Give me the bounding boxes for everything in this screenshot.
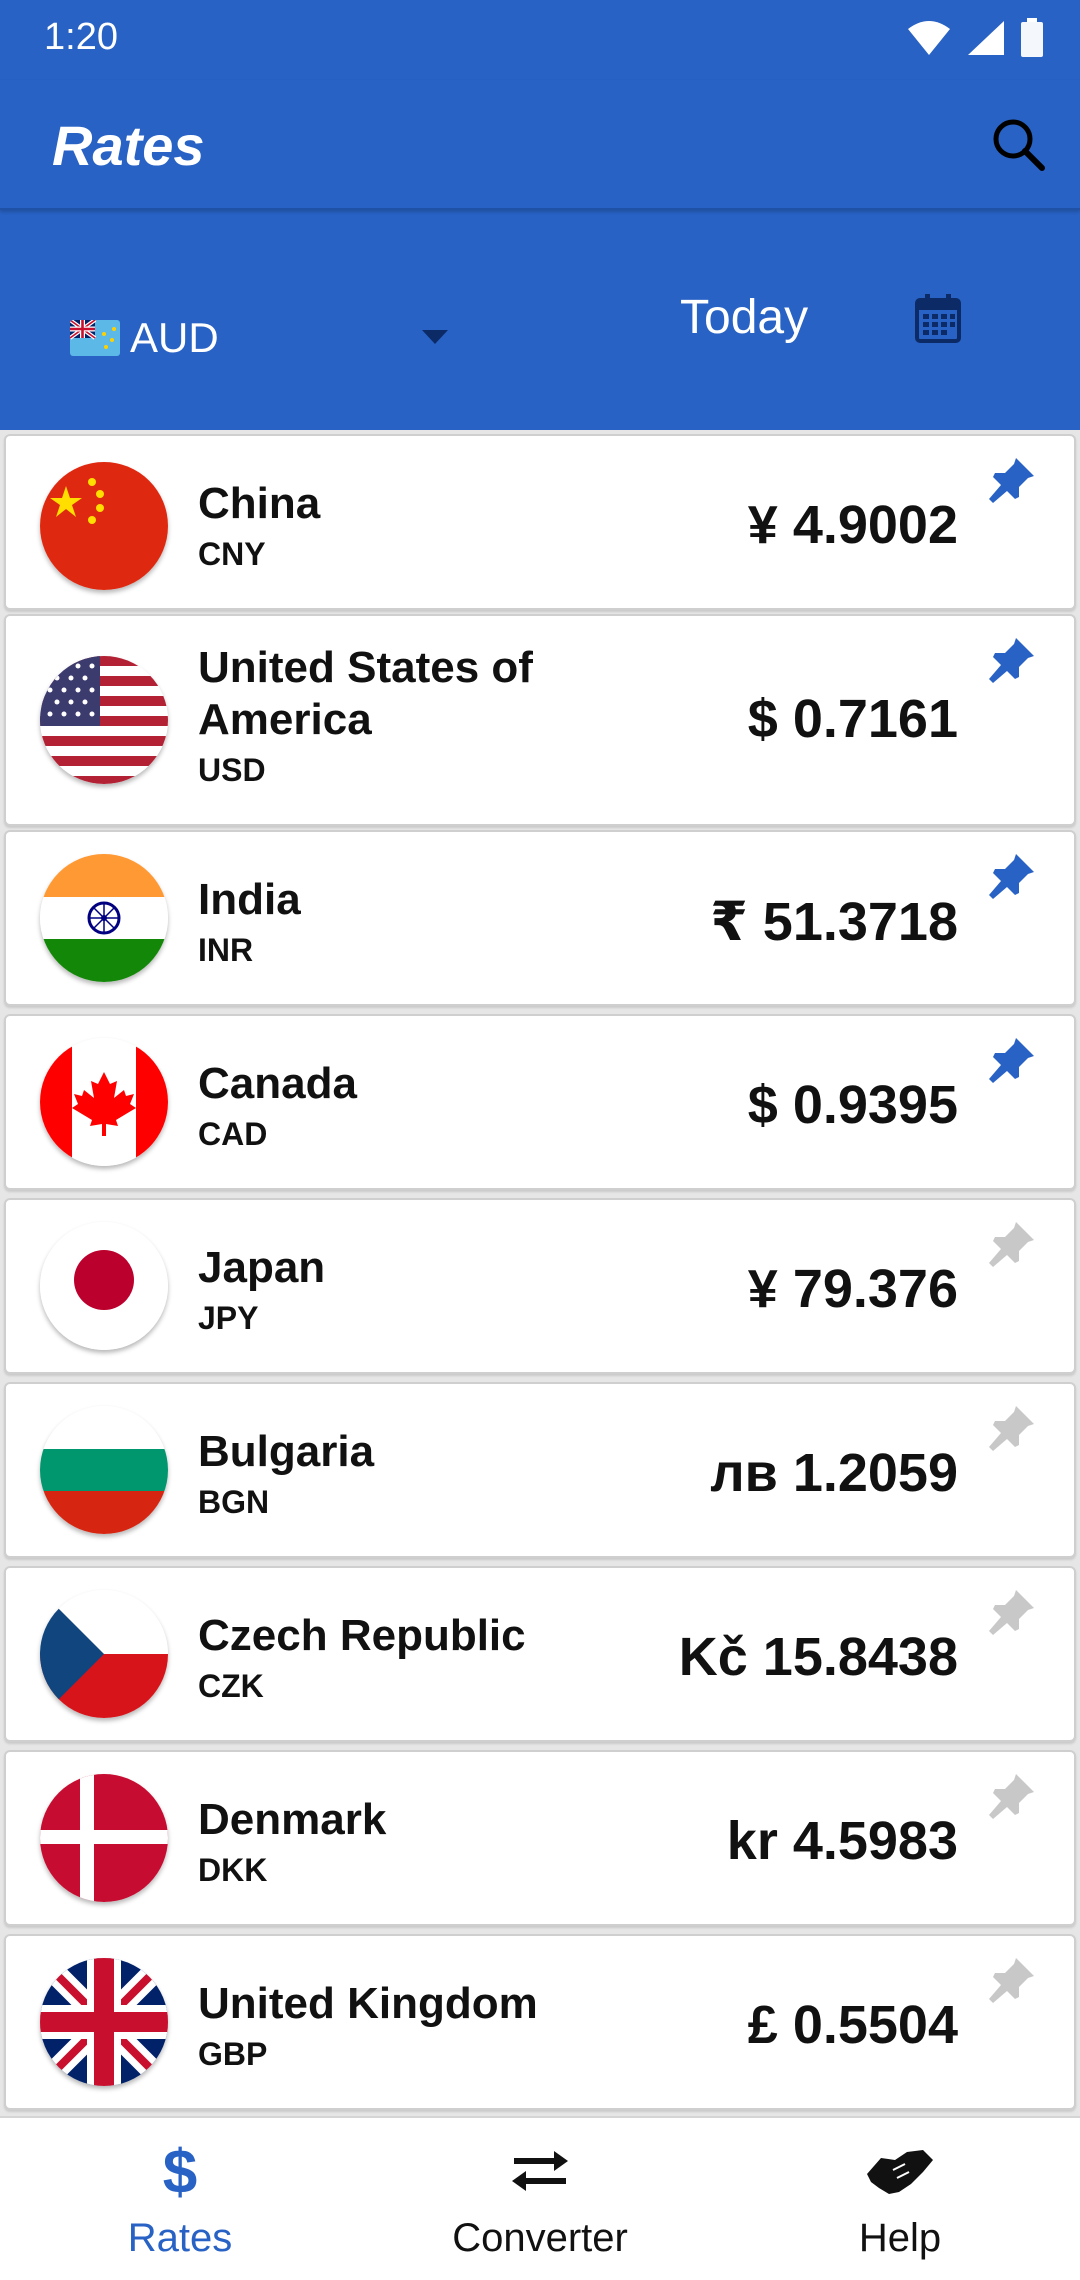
currency-code: CZK <box>198 1668 264 1704</box>
calendar-icon <box>915 293 961 348</box>
country-name: Canada <box>198 1059 357 1108</box>
pin-button[interactable] <box>986 636 1038 688</box>
list-item[interactable]: United States of America USD $ 0.7161 <box>4 614 1076 826</box>
currency-code: JPY <box>198 1300 259 1336</box>
handshake-icon <box>720 2136 1080 2206</box>
nav-label: Help <box>858 2216 942 2260</box>
rate-value: $ 0.9395 <box>747 1075 958 1135</box>
currency-code: BGN <box>198 1484 270 1520</box>
list-item[interactable]: Denmark DKK kr 4.5983 <box>4 1750 1076 1926</box>
nav-label: Converter <box>452 2216 628 2260</box>
list-item[interactable]: Japan JPY ¥ 79.376 <box>4 1198 1076 1374</box>
pin-button[interactable] <box>986 1404 1038 1456</box>
pin-button[interactable] <box>986 1220 1038 1272</box>
denmark-flag-icon <box>40 1774 168 1902</box>
currency-code: DKK <box>198 1852 268 1888</box>
pin-icon <box>988 636 1036 689</box>
nav-tab-help[interactable]: Help <box>720 2118 1080 2280</box>
base-currency-dropdown[interactable]: AUD <box>70 300 460 376</box>
rate-value: £ 0.5504 <box>747 1995 958 2055</box>
nav-tab-rates[interactable]: $ Rates <box>0 2118 360 2280</box>
status-bar: 1:20 <box>0 0 1080 80</box>
nav-label: Rates <box>127 2216 233 2260</box>
swap-arrows-icon <box>360 2136 720 2206</box>
app-header: 1:20 Rates AUD Today <box>0 0 1080 430</box>
status-time: 1:20 <box>44 16 118 58</box>
canada-flag-icon <box>40 1038 168 1166</box>
pin-button[interactable] <box>986 1036 1038 1088</box>
uk-flag-icon <box>40 1958 168 2086</box>
pin-icon <box>988 1220 1036 1273</box>
page-title: Rates <box>52 114 205 177</box>
status-icons <box>906 18 1044 63</box>
list-item[interactable]: China CNY ¥ 4.9002 <box>4 434 1076 610</box>
bottom-navigation: $ Rates Converter Help <box>0 2116 1080 2280</box>
search-icon <box>990 116 1046 177</box>
country-name: India <box>198 875 301 924</box>
list-item[interactable]: Canada CAD $ 0.9395 <box>4 1014 1076 1190</box>
pin-icon <box>988 1772 1036 1825</box>
rate-value: kr 4.5983 <box>726 1811 958 1871</box>
search-button[interactable] <box>984 112 1052 180</box>
rate-value: ₹ 51.3718 <box>710 892 958 952</box>
rate-value: ¥ 4.9002 <box>747 495 958 555</box>
currency-code: GBP <box>198 2036 268 2072</box>
currency-code: CNY <box>198 536 266 572</box>
czech-flag-icon <box>40 1590 168 1718</box>
chevron-down-icon <box>422 330 448 344</box>
pin-button[interactable] <box>986 456 1038 508</box>
rate-value: $ 0.7161 <box>747 689 958 749</box>
list-item[interactable]: Bulgaria BGN лв 1.2059 <box>4 1382 1076 1558</box>
toolbar: Rates <box>0 80 1080 210</box>
battery-icon <box>1020 18 1044 63</box>
usa-flag-icon <box>40 656 168 784</box>
currency-code: USD <box>198 752 266 788</box>
pin-icon <box>988 456 1036 509</box>
pin-button[interactable] <box>986 1588 1038 1640</box>
country-name: United States of America <box>198 643 533 744</box>
rate-value: лв 1.2059 <box>710 1443 958 1503</box>
list-item[interactable]: Czech Republic CZK Kč 15.8438 <box>4 1566 1076 1742</box>
list-item[interactable]: United Kingdom GBP £ 0.5504 <box>4 1934 1076 2110</box>
country-name: China <box>198 479 321 528</box>
pin-icon <box>988 1588 1036 1641</box>
cellular-signal-icon <box>966 19 1006 62</box>
dollar-icon: $ <box>0 2136 360 2206</box>
country-name: Denmark <box>198 1795 387 1844</box>
rate-value: Kč 15.8438 <box>678 1627 958 1687</box>
date-selector[interactable]: Today <box>680 290 808 345</box>
list-item[interactable]: India INR ₹ 51.3718 <box>4 830 1076 1006</box>
calendar-button[interactable] <box>908 290 968 350</box>
pin-button[interactable] <box>986 1956 1038 2008</box>
tuvalu-flag-icon <box>70 320 120 356</box>
country-name: Czech Republic <box>198 1611 526 1660</box>
rate-value: ¥ 79.376 <box>747 1259 958 1319</box>
nav-tab-converter[interactable]: Converter <box>360 2118 720 2280</box>
wifi-icon <box>906 19 952 62</box>
pin-icon <box>988 1404 1036 1457</box>
country-name: United Kingdom <box>198 1979 538 2028</box>
currency-code: CAD <box>198 1116 268 1152</box>
china-flag-icon <box>40 462 168 590</box>
svg-text:$: $ <box>163 2139 197 2203</box>
country-name: Bulgaria <box>198 1427 375 1476</box>
japan-flag-icon <box>40 1222 168 1350</box>
pin-button[interactable] <box>986 1772 1038 1824</box>
pin-icon <box>988 1956 1036 2009</box>
bulgaria-flag-icon <box>40 1406 168 1534</box>
pin-icon <box>988 852 1036 905</box>
pin-button[interactable] <box>986 852 1038 904</box>
india-flag-icon <box>40 854 168 982</box>
currency-code: INR <box>198 932 254 968</box>
country-name: Japan <box>198 1243 326 1292</box>
rates-list[interactable]: China CNY ¥ 4.9002 United States of Amer… <box>0 430 1080 2116</box>
pin-icon <box>988 1036 1036 1089</box>
base-currency-code: AUD <box>130 314 219 361</box>
